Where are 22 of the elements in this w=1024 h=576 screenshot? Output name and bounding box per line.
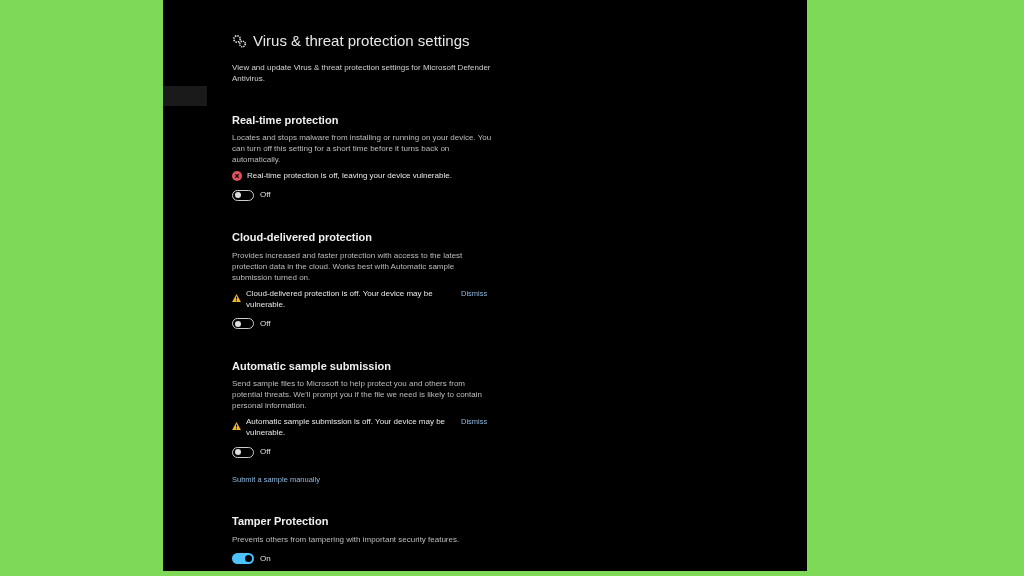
section-description: Provides increased and faster protection with access to the latest protection data in the cloud. Works best with Automatic sample submission turned on.	[232, 249, 464, 283]
section-heading: Cloud-delivered protection	[232, 230, 373, 245]
section-heading: Tamper Protection	[232, 514, 330, 530]
section-heading: Real-time protection	[232, 112, 340, 128]
toggle-label: On	[260, 552, 271, 565]
gears-icon	[232, 34, 247, 49]
toggle-label: Off	[260, 189, 271, 201]
error-icon	[232, 171, 242, 181]
section-description: Send sample files to Microsoft to help protect you and others from potential threats. We'll prompt you if the file we need is likely to contain personal information.	[232, 378, 483, 411]
toggle-label: Off	[260, 317, 271, 330]
warning-icon	[232, 293, 241, 302]
section-description: Locates and stops malware from installing or running on your device. You can turn off this setting for a short time before it turns back on automatically.	[232, 132, 493, 165]
toggle-switch[interactable]	[232, 553, 254, 565]
alert-message: Real-time protection is off, leaving your device vulnerable.	[247, 170, 453, 181]
page-title: Virus & threat protection settings	[253, 31, 470, 51]
page-subtitle: View and update Virus & threat protection settings for Microsoft Defender Antivirus.	[232, 61, 492, 84]
alert-message: Cloud-delivered protection is off. Your device may be vulnerable.	[246, 287, 434, 310]
warning-icon	[232, 422, 241, 430]
alert-message: Automatic sample submission is off. Your device may be vulnerable.	[246, 416, 447, 438]
section-heading: Automatic sample submission	[232, 358, 392, 374]
section-description: Prevents others from tampering with important security features.	[232, 533, 461, 545]
toggle-label: Off	[260, 446, 271, 458]
